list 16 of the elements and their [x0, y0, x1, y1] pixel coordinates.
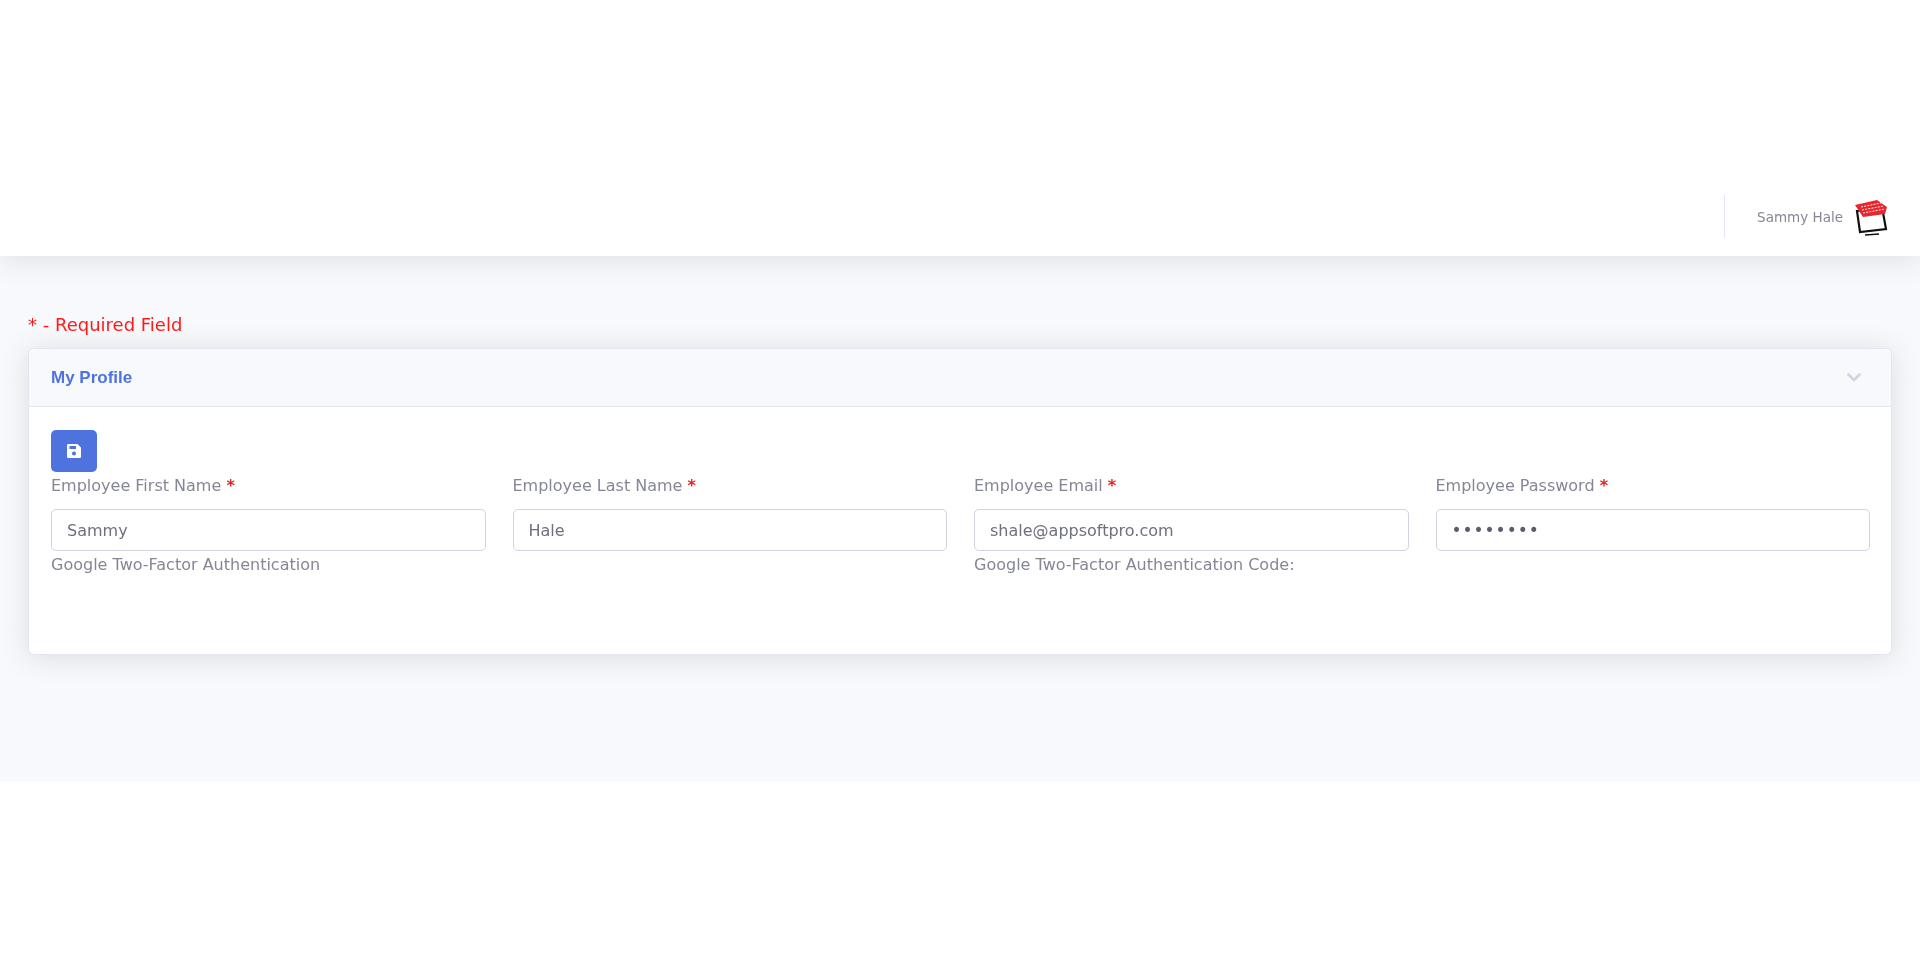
input-field[interactable]: •••••••• [1435, 509, 1870, 551]
input-field[interactable]: Hale [512, 509, 947, 551]
save-button[interactable] [51, 430, 97, 472]
user-name[interactable]: Sammy Hale [1757, 208, 1843, 225]
screen-logo-icon[interactable] [1852, 197, 1890, 236]
required-field-note: * - Required Field [28, 313, 184, 337]
field-label: Employee Password * [1435, 475, 1610, 497]
card-header[interactable]: My Profile [29, 349, 1891, 407]
card-title: My Profile [51, 367, 133, 388]
input-field[interactable]: shale@appsoftpro.com [974, 509, 1409, 551]
field-label: Employee Last Name * [512, 475, 697, 497]
input-field[interactable]: Sammy [51, 509, 486, 551]
field-label: Employee First Name * [51, 475, 236, 497]
field-label: Employee Email * [974, 475, 1118, 497]
help-text: Google Two-Factor Authentication Code: [974, 554, 1296, 576]
help-text: Google Two-Factor Authentication [51, 554, 322, 576]
